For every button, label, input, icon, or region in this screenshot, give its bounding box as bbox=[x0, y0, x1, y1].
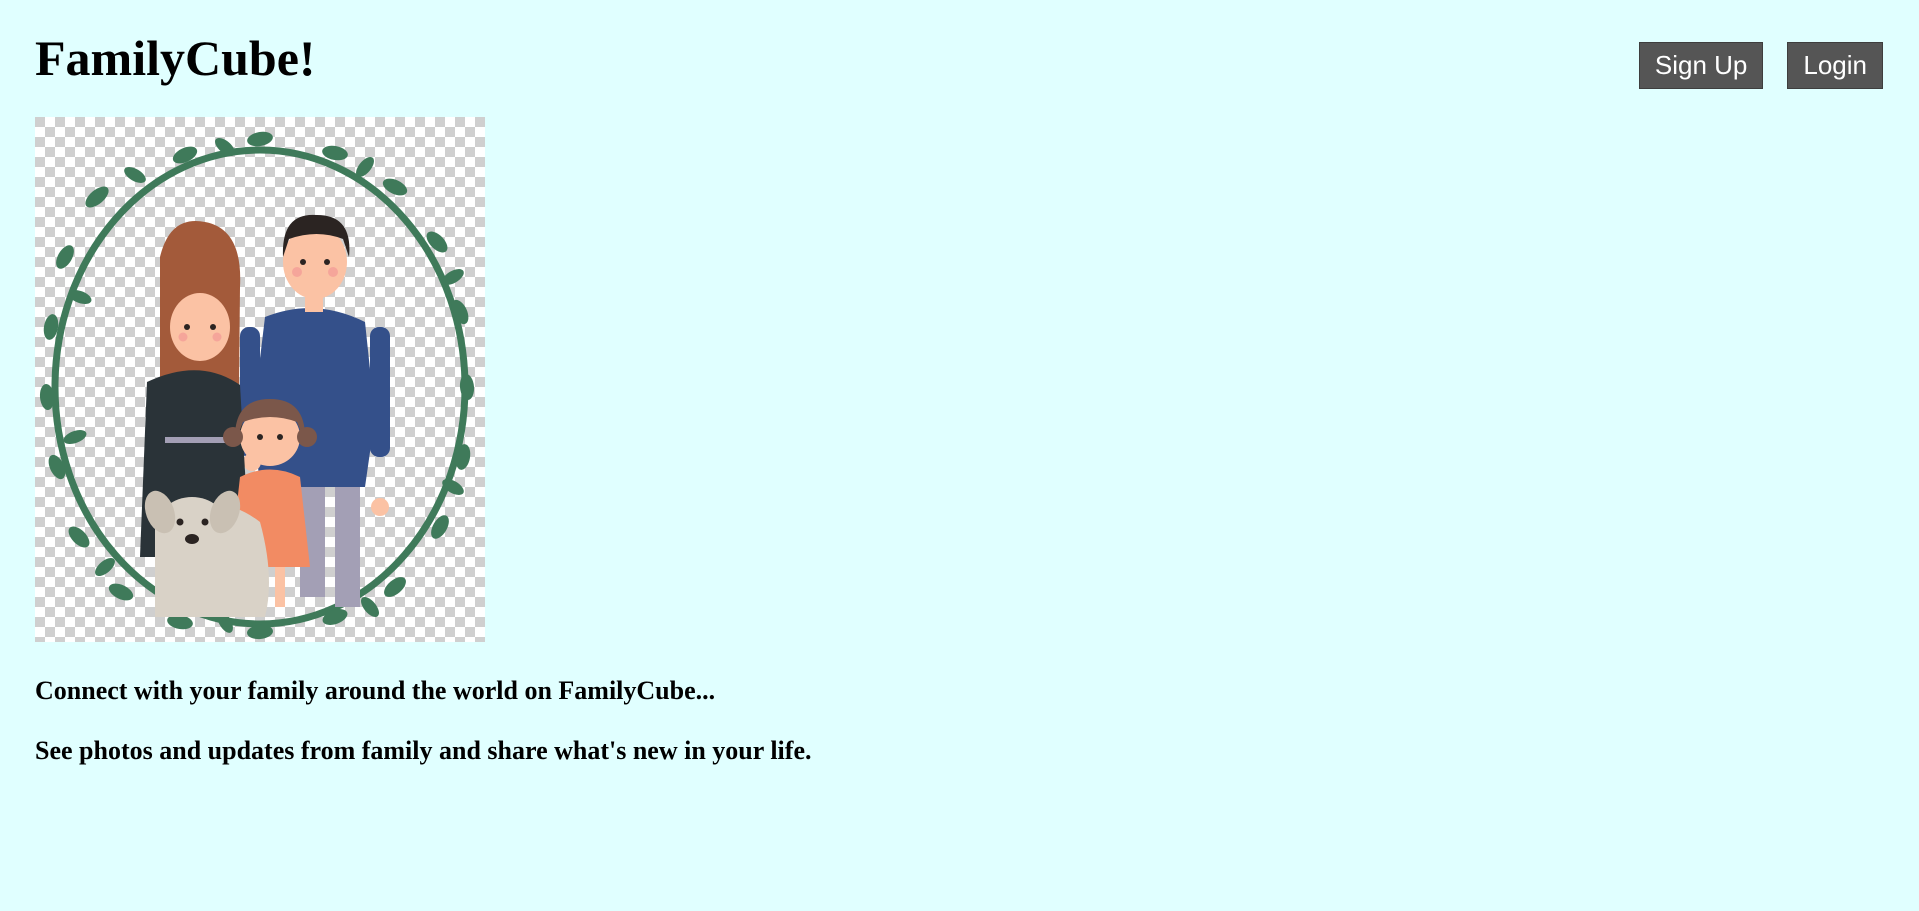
family-illustration bbox=[35, 117, 485, 642]
landing-page: FamilyCube! Sign Up Login Connect with y… bbox=[0, 0, 1919, 911]
auth-button-group: Sign Up Login bbox=[1638, 42, 1883, 89]
tagline-connect: Connect with your family around the worl… bbox=[35, 676, 716, 705]
login-button[interactable]: Login bbox=[1787, 42, 1883, 89]
tagline-share: See photos and updates from family and s… bbox=[35, 736, 812, 765]
app-title: FamilyCube! bbox=[35, 30, 316, 86]
sign-up-button[interactable]: Sign Up bbox=[1638, 42, 1764, 89]
family-portrait-icon bbox=[35, 117, 485, 642]
